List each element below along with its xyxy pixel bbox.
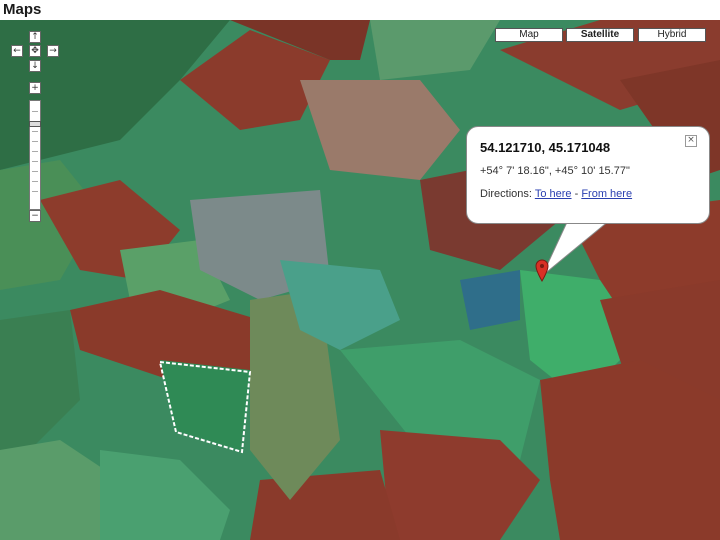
zoom-out-button[interactable]: − [29,210,41,222]
pan-up-button[interactable]: ↑ [29,31,41,43]
pan-center-button[interactable]: ✥ [29,45,41,57]
satellite-map[interactable]: ↑ ← ✥ → ↓ + − Map Satellite Hybrid 54.12… [0,20,720,540]
map-type-satellite-button[interactable]: Satellite [566,28,634,42]
zoom-tick [32,141,38,142]
location-marker-icon[interactable] [535,258,549,282]
zoom-tick [32,171,38,172]
zoom-tick [32,191,38,192]
map-type-hybrid-button[interactable]: Hybrid [638,28,706,42]
info-window-tail [541,220,610,277]
satellite-imagery [0,20,720,540]
directions-separator: - [574,188,579,200]
app-title: Maps [3,1,42,18]
zoom-tick [32,181,38,182]
info-window: 54.121710, 45.171048 +54° 7' 18.16", +45… [466,126,710,224]
to-here-link[interactable]: To here [535,188,572,200]
zoom-tick [32,161,38,162]
zoom-tick [32,131,38,132]
close-icon[interactable]: × [685,135,697,147]
app-header: Maps [0,0,720,20]
zoom-in-button[interactable]: + [29,82,41,94]
pan-left-button[interactable]: ← [11,45,23,57]
coordinates-decimal: 54.121710, 45.171048 [480,140,611,155]
zoom-tick [32,151,38,152]
coordinates-dms: +54° 7' 18.16", +45° 10' 15.77" [480,165,630,177]
from-here-link[interactable]: From here [581,188,632,200]
directions-row: Directions: To here - From here [480,188,632,200]
zoom-slider-thumb[interactable] [29,121,41,127]
pan-right-button[interactable]: → [47,45,59,57]
map-type-map-button[interactable]: Map [495,28,563,42]
pan-down-button[interactable]: ↓ [29,60,41,72]
zoom-tick [32,111,38,112]
directions-label: Directions: [480,188,532,200]
zoom-slider[interactable] [29,100,41,210]
